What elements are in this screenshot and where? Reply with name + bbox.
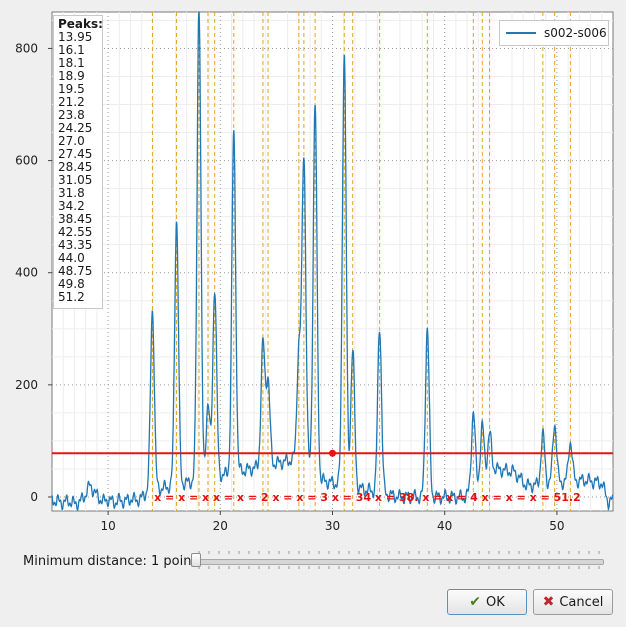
x-tick-label: 30 bbox=[325, 519, 340, 533]
threshold-handle bbox=[329, 449, 336, 457]
cancel-button[interactable]: ✖ Cancel bbox=[533, 589, 613, 615]
x-tick-label: 10 bbox=[100, 519, 115, 533]
y-tick-label: 600 bbox=[15, 154, 38, 168]
y-tick-label: 400 bbox=[15, 266, 38, 280]
min-distance-row: Minimum distance: 1 point bbox=[0, 550, 626, 574]
plot-area[interactable]: 10 20 30 40 50 0 200 400 600 800 x = x = x x = x =… bbox=[0, 0, 626, 545]
y-tick-label: 200 bbox=[15, 378, 38, 392]
ok-button[interactable]: ✔ OK bbox=[447, 589, 527, 615]
peak-label: 51.2 bbox=[58, 290, 85, 304]
min-distance-slider-track[interactable] bbox=[196, 559, 604, 565]
y-tick-label: 800 bbox=[15, 41, 38, 55]
peak-x-labels: x = x = x x = x = 2 x = x = 3 x = 34 x =… bbox=[154, 491, 581, 504]
min-distance-slider-handle[interactable] bbox=[191, 553, 201, 567]
x-tick-label: 40 bbox=[437, 519, 452, 533]
chart-legend: s002-s006 bbox=[499, 20, 609, 46]
y-tick-label: 0 bbox=[30, 490, 38, 504]
close-icon: ✖ bbox=[542, 594, 555, 610]
checkmark-icon: ✔ bbox=[469, 594, 481, 610]
ok-label: OK bbox=[485, 594, 505, 610]
legend-label: s002-s006 bbox=[544, 26, 607, 40]
peaks-list: Peaks: 13.95 16.1 18.1 18.9 19.5 21.2 23.8 24.2… bbox=[53, 15, 103, 309]
peak-finder-dialog: 10 20 30 40 50 0 200 400 600 800 x = x = x x = x =… bbox=[0, 0, 626, 627]
x-tick-label: 50 bbox=[549, 519, 564, 533]
x-tick-label: 20 bbox=[213, 519, 228, 533]
min-distance-label: Minimum distance: 1 point bbox=[23, 554, 197, 569]
cancel-label: Cancel bbox=[559, 594, 604, 610]
legend-swatch bbox=[506, 32, 536, 34]
